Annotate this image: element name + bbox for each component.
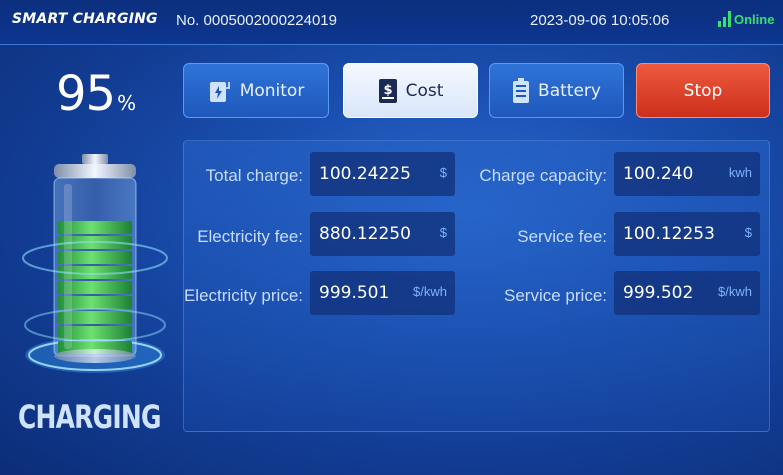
service-price-value: 999.502 [623,283,694,303]
total-charge-value: 100.24225 [319,164,411,184]
electricity-price-unit: $/kwh [413,284,447,299]
electricity-fee-value: 880.12250 [319,224,411,244]
electricity-price-field: 999.501 $/kwh [310,271,455,315]
service-fee-value: 100.12253 [623,224,715,244]
service-fee-field: 100.12253 $ [614,212,760,256]
electricity-price-value: 999.501 [319,283,390,303]
total-charge-label: Total charge: [205,166,303,185]
charge-capacity-label: Charge capacity: [479,166,607,185]
tab-monitor-label: Monitor [239,80,305,101]
tab-battery[interactable]: Battery [489,63,624,118]
total-charge-field: 100.24225 $ [310,152,455,196]
signal-icon [718,11,731,27]
connection-status: Online [718,11,774,27]
service-price-unit: $/kwh [718,284,752,299]
device-serial: No. 0005002000224019 [176,12,337,29]
service-price-field: 999.502 $/kwh [614,271,760,315]
total-charge-unit: $ [439,165,447,180]
electricity-fee-unit: $ [439,225,447,240]
charging-state-label: CHARGING [18,398,161,436]
electricity-fee-label: Electricity fee: [197,227,303,246]
tab-cost-label: Cost [405,80,444,101]
bill-icon: $ [378,78,397,103]
tab-cost[interactable]: $ Cost [343,63,478,118]
battery-graphic [22,154,168,373]
electricity-fee-field: 880.12250 $ [310,212,455,256]
service-price-label: Service price: [504,286,607,305]
status-bar: SMART CHARGING No. 0005002000224019 2023… [0,0,783,45]
battery-illustration [20,150,170,390]
charge-capacity-unit: kwh [728,165,752,180]
stop-button-label: Stop [683,80,723,101]
battery-percent: 95% [56,66,136,122]
service-fee-label: Service fee: [517,227,607,246]
tab-battery-label: Battery [538,80,601,101]
service-fee-unit: $ [744,225,752,240]
battery-percent-value: 95 [56,66,116,122]
charger-icon [209,81,230,102]
svg-text:$: $ [383,83,392,98]
connection-status-label: Online [734,12,775,27]
battery-percent-symbol: % [117,91,137,115]
tab-monitor[interactable]: Monitor [183,63,329,118]
datetime: 2023-09-06 10:05:06 [530,12,670,29]
stop-button[interactable]: Stop [636,63,770,118]
charge-capacity-value: 100.240 [623,164,694,184]
electricity-price-label: Electricity price: [183,286,303,305]
brand-title: SMART CHARGING [12,11,158,27]
charge-capacity-field: 100.240 kwh [614,152,760,196]
battery-icon [513,77,530,103]
